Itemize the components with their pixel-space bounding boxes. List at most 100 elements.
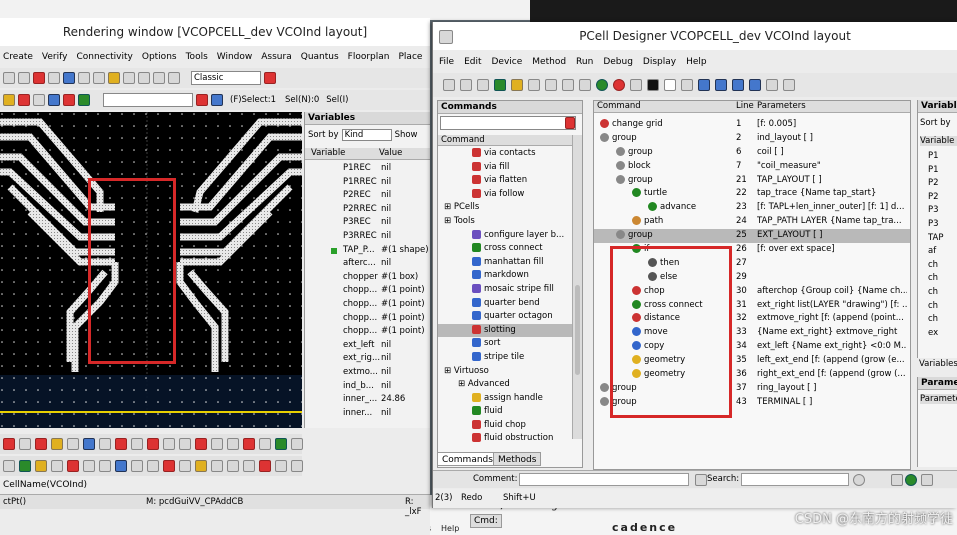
expand-icon[interactable]: ⊞: [444, 216, 454, 226]
command-tree-col-command[interactable]: Command: [597, 101, 641, 111]
page-icon[interactable]: [647, 79, 659, 91]
right-variable-row[interactable]: ch: [928, 313, 957, 327]
command-item[interactable]: slotting: [438, 323, 572, 338]
command-item[interactable]: via flatten: [438, 174, 572, 188]
variable-row[interactable]: P1RREC nil: [305, 176, 430, 190]
variable-row[interactable]: ext_rig... nil: [305, 352, 430, 366]
right-variable-row[interactable]: P1: [928, 150, 957, 164]
command-item[interactable]: ⊞ PCells: [438, 201, 572, 215]
menu-item-options[interactable]: Options: [142, 52, 177, 62]
right-variable-row[interactable]: ch: [928, 272, 957, 286]
menu-item-verify[interactable]: Verify: [42, 52, 68, 62]
variable-row[interactable]: ext_left nil: [305, 339, 430, 353]
variable-row[interactable]: inner... nil: [305, 407, 430, 421]
options-icon[interactable]: [921, 474, 933, 486]
parameter-col[interactable]: Parameter: [920, 394, 957, 404]
menu-item-window[interactable]: Window: [217, 52, 253, 62]
right-variable-row[interactable]: P3: [928, 218, 957, 232]
undo-icon[interactable]: [562, 79, 574, 91]
search-icon[interactable]: [168, 72, 180, 84]
property-icon[interactable]: [63, 72, 75, 84]
edit-comment-icon[interactable]: [695, 474, 707, 486]
command-item[interactable]: via fill: [438, 161, 572, 175]
stretch-icon[interactable]: [48, 72, 60, 84]
command-item[interactable]: fluid: [438, 405, 572, 419]
menu-item-device[interactable]: Device: [492, 57, 523, 67]
search-icon[interactable]: [853, 474, 865, 486]
right-variable-row[interactable]: TAP: [928, 232, 957, 246]
move-icon[interactable]: [3, 72, 15, 84]
right-variable-row[interactable]: P2: [928, 191, 957, 205]
right-variable-row[interactable]: P2: [928, 177, 957, 191]
menu-item-run[interactable]: Run: [576, 57, 593, 67]
menu-item-file[interactable]: File: [439, 57, 454, 67]
variable-row[interactable]: chopp... #(1 point): [305, 284, 430, 298]
tab-methods[interactable]: Methods: [493, 452, 542, 466]
command-item[interactable]: cross connect: [438, 242, 572, 256]
step-icon[interactable]: [681, 79, 693, 91]
select-area-icon[interactable]: [48, 94, 60, 106]
menu-item-quantus[interactable]: Quantus: [301, 52, 339, 62]
stop-icon[interactable]: [613, 79, 625, 91]
command-tree-col-params[interactable]: Parameters: [757, 101, 806, 111]
undo-icon[interactable]: [78, 72, 90, 84]
variable-row[interactable]: P3REC nil: [305, 216, 430, 230]
check-icon[interactable]: [494, 79, 506, 91]
copy-icon[interactable]: [18, 72, 30, 84]
right-variable-row[interactable]: P3: [928, 204, 957, 218]
command-item[interactable]: ⊞ Tools: [438, 215, 572, 229]
tree-row[interactable]: turtle 22 tap_trace {Name tap_start}: [594, 187, 910, 201]
delete-icon[interactable]: [33, 72, 45, 84]
menu-item-create[interactable]: Create: [3, 52, 33, 62]
command-item[interactable]: via follow: [438, 188, 572, 202]
command-item[interactable]: fluid chop: [438, 419, 572, 433]
command-item[interactable]: manhattan fill: [438, 256, 572, 270]
dropdown-arrow-icon[interactable]: [264, 72, 276, 84]
menu-item-help[interactable]: Help: [441, 524, 459, 533]
tree-row[interactable]: group 21 TAP_LAYOUT [ ]: [594, 174, 910, 188]
zoom-out-icon[interactable]: [138, 72, 150, 84]
tree-row[interactable]: change grid 1 [f: 0.005]: [594, 118, 910, 132]
cut-icon[interactable]: [528, 79, 540, 91]
command-item[interactable]: ⊞ Advanced: [438, 378, 572, 392]
variable-row[interactable]: chopp... #(1 point): [305, 312, 430, 326]
command-tree-col-line[interactable]: Line: [736, 101, 754, 111]
gear-icon[interactable]: [211, 94, 223, 106]
command-item[interactable]: sort: [438, 337, 572, 351]
run-icon[interactable]: [596, 79, 608, 91]
fit-icon[interactable]: [153, 72, 165, 84]
tree-row[interactable]: path 24 TAP_PATH LAYER {Name tap_tra...: [594, 215, 910, 229]
search-dropdown-icon[interactable]: [565, 117, 575, 129]
layer-select[interactable]: [103, 93, 193, 107]
expand-icon[interactable]: ⊞: [444, 202, 454, 212]
right-variables-tab[interactable]: Variables: [919, 359, 957, 369]
menu-item-display[interactable]: Display: [643, 57, 676, 67]
menu-item-assura[interactable]: Assura: [261, 52, 291, 62]
menu-item-place[interactable]: Place: [399, 52, 423, 62]
open-icon[interactable]: [443, 79, 455, 91]
variable-row[interactable]: P2RREC nil: [305, 203, 430, 217]
variable-row[interactable]: chopp... #(1 point): [305, 325, 430, 339]
tree-row[interactable]: block 7 "coil_measure": [594, 160, 910, 174]
command-item[interactable]: configure layer b...: [438, 229, 572, 243]
right-variable-row[interactable]: ch: [928, 300, 957, 314]
variable-row[interactable]: P1REC nil: [305, 162, 430, 176]
command-item[interactable]: mosaic stripe fill: [438, 283, 572, 297]
expand-icon[interactable]: ⊞: [444, 366, 454, 376]
command-item[interactable]: quarter octagon: [438, 310, 572, 324]
arrow-right-icon[interactable]: [715, 79, 727, 91]
tab-commands[interactable]: Commands: [437, 452, 498, 466]
command-item[interactable]: markdown: [438, 269, 572, 283]
menu-item-help[interactable]: Help: [686, 57, 707, 67]
tree-row[interactable]: group 25 EXT_LAYOUT [ ]: [594, 229, 910, 244]
play-icon[interactable]: [905, 474, 917, 486]
variable-col-header[interactable]: Variable: [311, 148, 345, 158]
arrow-left-icon[interactable]: [698, 79, 710, 91]
command-item[interactable]: assign handle: [438, 392, 572, 406]
menu-item-tools[interactable]: Tools: [186, 52, 208, 62]
command-item[interactable]: via contacts: [438, 147, 572, 161]
variable-row[interactable]: extmo... nil: [305, 366, 430, 380]
sort-by-select[interactable]: Kind: [341, 129, 392, 141]
magnify-icon[interactable]: [891, 474, 903, 486]
menu-item-method[interactable]: Method: [532, 57, 566, 67]
